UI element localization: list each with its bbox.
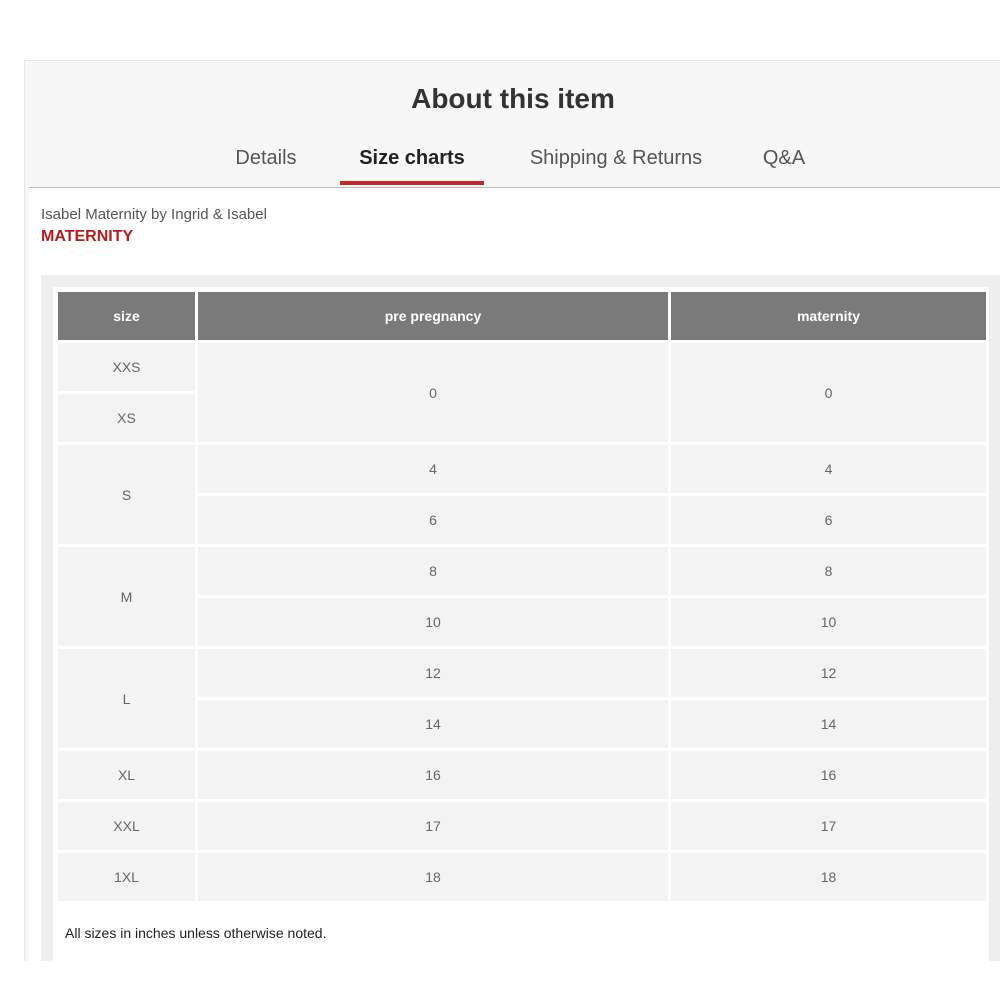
pre-pregnancy-cell: 16 (198, 751, 668, 799)
maternity-cell: 14 (671, 700, 986, 748)
table-row: XXL 17 17 (58, 802, 986, 850)
category-label: MATERNITY (41, 228, 134, 245)
table-row: 14 14 (58, 700, 986, 748)
maternity-cell: 10 (671, 598, 986, 646)
maternity-cell: 4 (671, 445, 986, 493)
column-header-maternity: maternity (671, 292, 986, 340)
table-row: S 4 4 (58, 445, 986, 544)
maternity-cell: 6 (671, 496, 986, 544)
size-table-frame: size pre pregnancy maternity XXS 0 0 XS (41, 275, 1000, 961)
size-chart-content: Isabel Maternity by Ingrid & Isabel MATE… (29, 188, 1000, 961)
size-cell: XL (58, 751, 195, 799)
size-cell: XXL (58, 802, 195, 850)
table-row: 10 10 (58, 598, 986, 646)
size-cell: L (58, 649, 195, 748)
maternity-cell: 8 (671, 547, 986, 595)
tab-size-charts[interactable]: Size charts (347, 147, 477, 170)
tab-bar: Details Size charts Shipping & Returns Q… (25, 145, 1000, 189)
pre-pregnancy-cell: 8 (198, 547, 668, 595)
pre-pregnancy-cell: 4 (198, 445, 668, 493)
maternity-cell: 16 (671, 751, 986, 799)
tab-qa[interactable]: Q&A (759, 147, 809, 170)
brand-name: Isabel Maternity by Ingrid & Isabel (41, 206, 267, 223)
size-cell: XXS (58, 343, 195, 391)
table-row: L 12 12 (58, 649, 986, 748)
table-row: XXS 0 0 (58, 343, 986, 442)
table-header-row: size pre pregnancy maternity (58, 292, 986, 340)
column-header-pre-pregnancy: pre pregnancy (198, 292, 668, 340)
pre-pregnancy-cell: 17 (198, 802, 668, 850)
size-cell: M (58, 547, 195, 646)
active-tab-indicator (340, 181, 484, 185)
pre-pregnancy-cell: 12 (198, 649, 668, 697)
size-note: All sizes in inches unless otherwise not… (65, 925, 327, 941)
table-row: 6 6 (58, 496, 986, 544)
about-item-panel: About this item Details Size charts Ship… (24, 60, 1000, 961)
maternity-cell: 17 (671, 802, 986, 850)
size-table: size pre pregnancy maternity XXS 0 0 XS (55, 289, 989, 904)
page-title: About this item (411, 83, 615, 114)
pre-pregnancy-cell: 10 (198, 598, 668, 646)
tab-shipping-returns[interactable]: Shipping & Returns (521, 147, 711, 170)
size-cell: 1XL (58, 853, 195, 901)
size-table-container: size pre pregnancy maternity XXS 0 0 XS (53, 287, 989, 961)
table-row: XL 16 16 (58, 751, 986, 799)
size-cell: S (58, 445, 195, 544)
table-row: 1XL 18 18 (58, 853, 986, 901)
table-row: M 8 8 (58, 547, 986, 646)
maternity-cell: 18 (671, 853, 986, 901)
pre-pregnancy-cell: 14 (198, 700, 668, 748)
maternity-cell: 12 (671, 649, 986, 697)
size-cell: XS (58, 394, 195, 442)
pre-pregnancy-cell: 0 (198, 343, 668, 442)
pre-pregnancy-cell: 18 (198, 853, 668, 901)
pre-pregnancy-cell: 6 (198, 496, 668, 544)
column-header-size: size (58, 292, 195, 340)
tab-details[interactable]: Details (234, 147, 298, 170)
maternity-cell: 0 (671, 343, 986, 442)
